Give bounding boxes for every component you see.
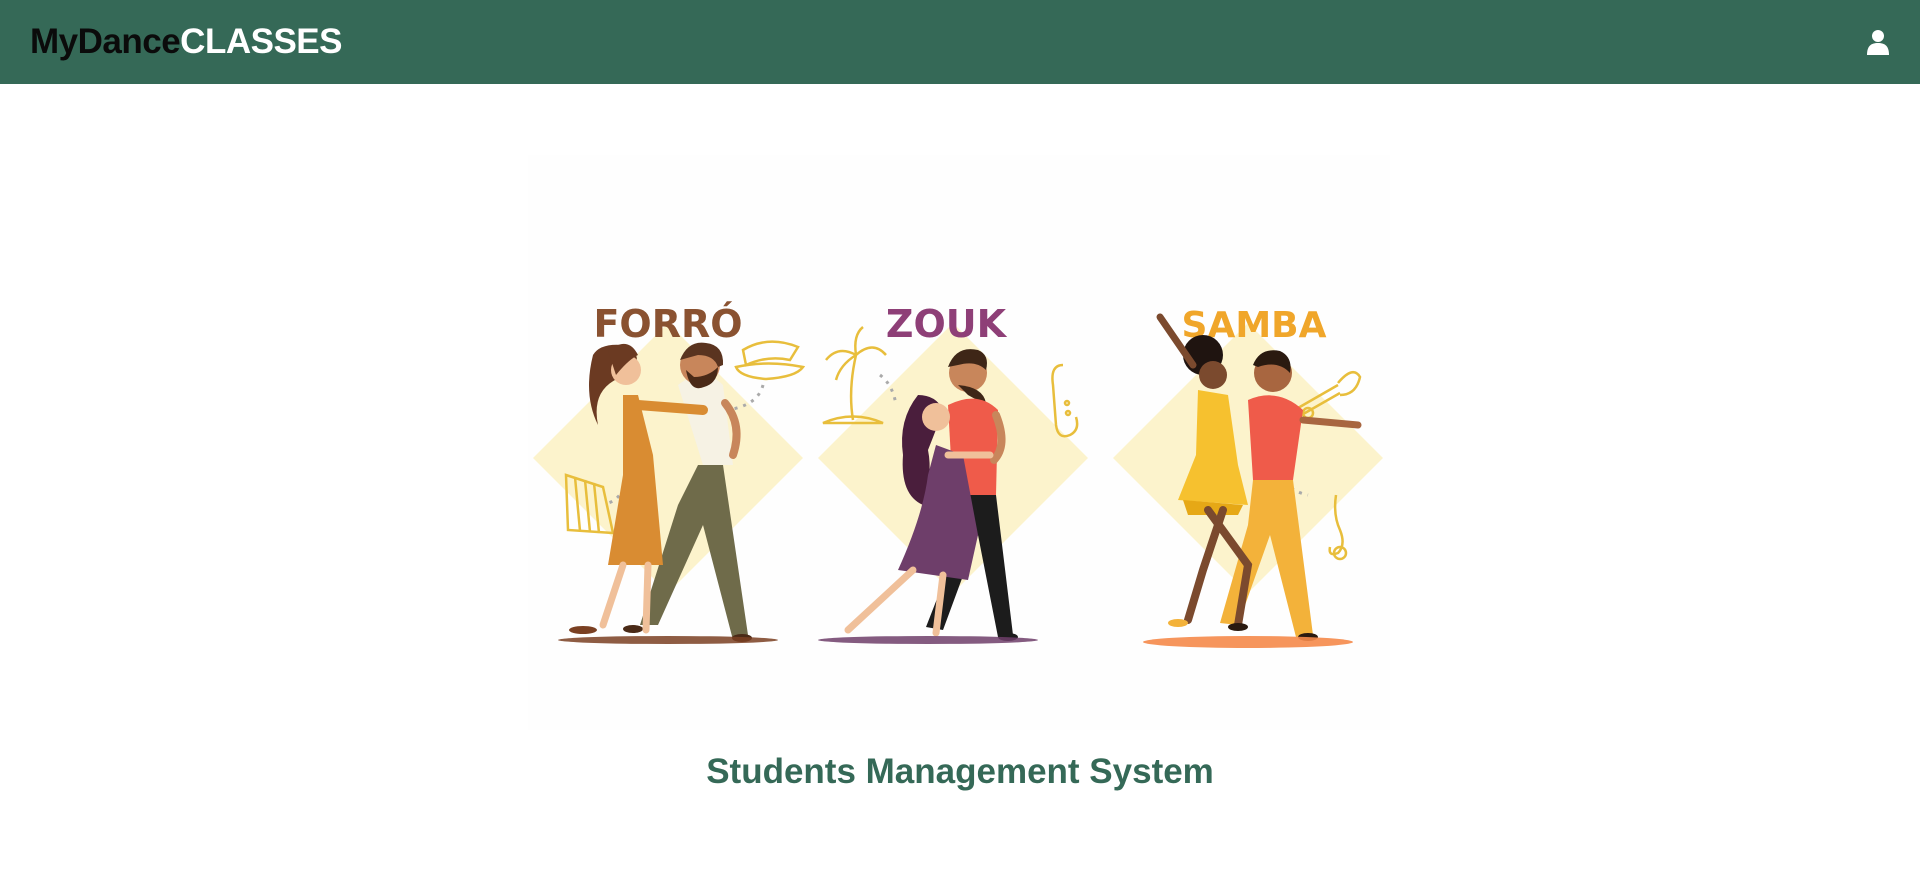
zouk-panel: ZOUK: [818, 302, 1088, 644]
hat-icon: [734, 340, 806, 381]
dance-styles-illustration: FORRÓ ZOUK SAMBA: [528, 155, 1390, 730]
user-account-button[interactable]: [1858, 22, 1898, 62]
samba-panel: SAMBA: [1113, 305, 1383, 648]
brand-text-my: MyDance: [30, 22, 181, 61]
brand-text-classes: CLASSES: [180, 22, 342, 61]
zouk-label: ZOUK: [886, 302, 1008, 346]
forro-label: FORRÓ: [593, 302, 742, 346]
forro-panel: FORRÓ: [533, 302, 806, 644]
top-navbar: MyDanceCLASSES: [0, 0, 1920, 84]
saxophone-icon: [1051, 363, 1079, 438]
user-icon: [1867, 30, 1889, 55]
page-title: Students Management System: [706, 752, 1214, 791]
brand-logo[interactable]: MyDanceCLASSES: [30, 22, 342, 62]
